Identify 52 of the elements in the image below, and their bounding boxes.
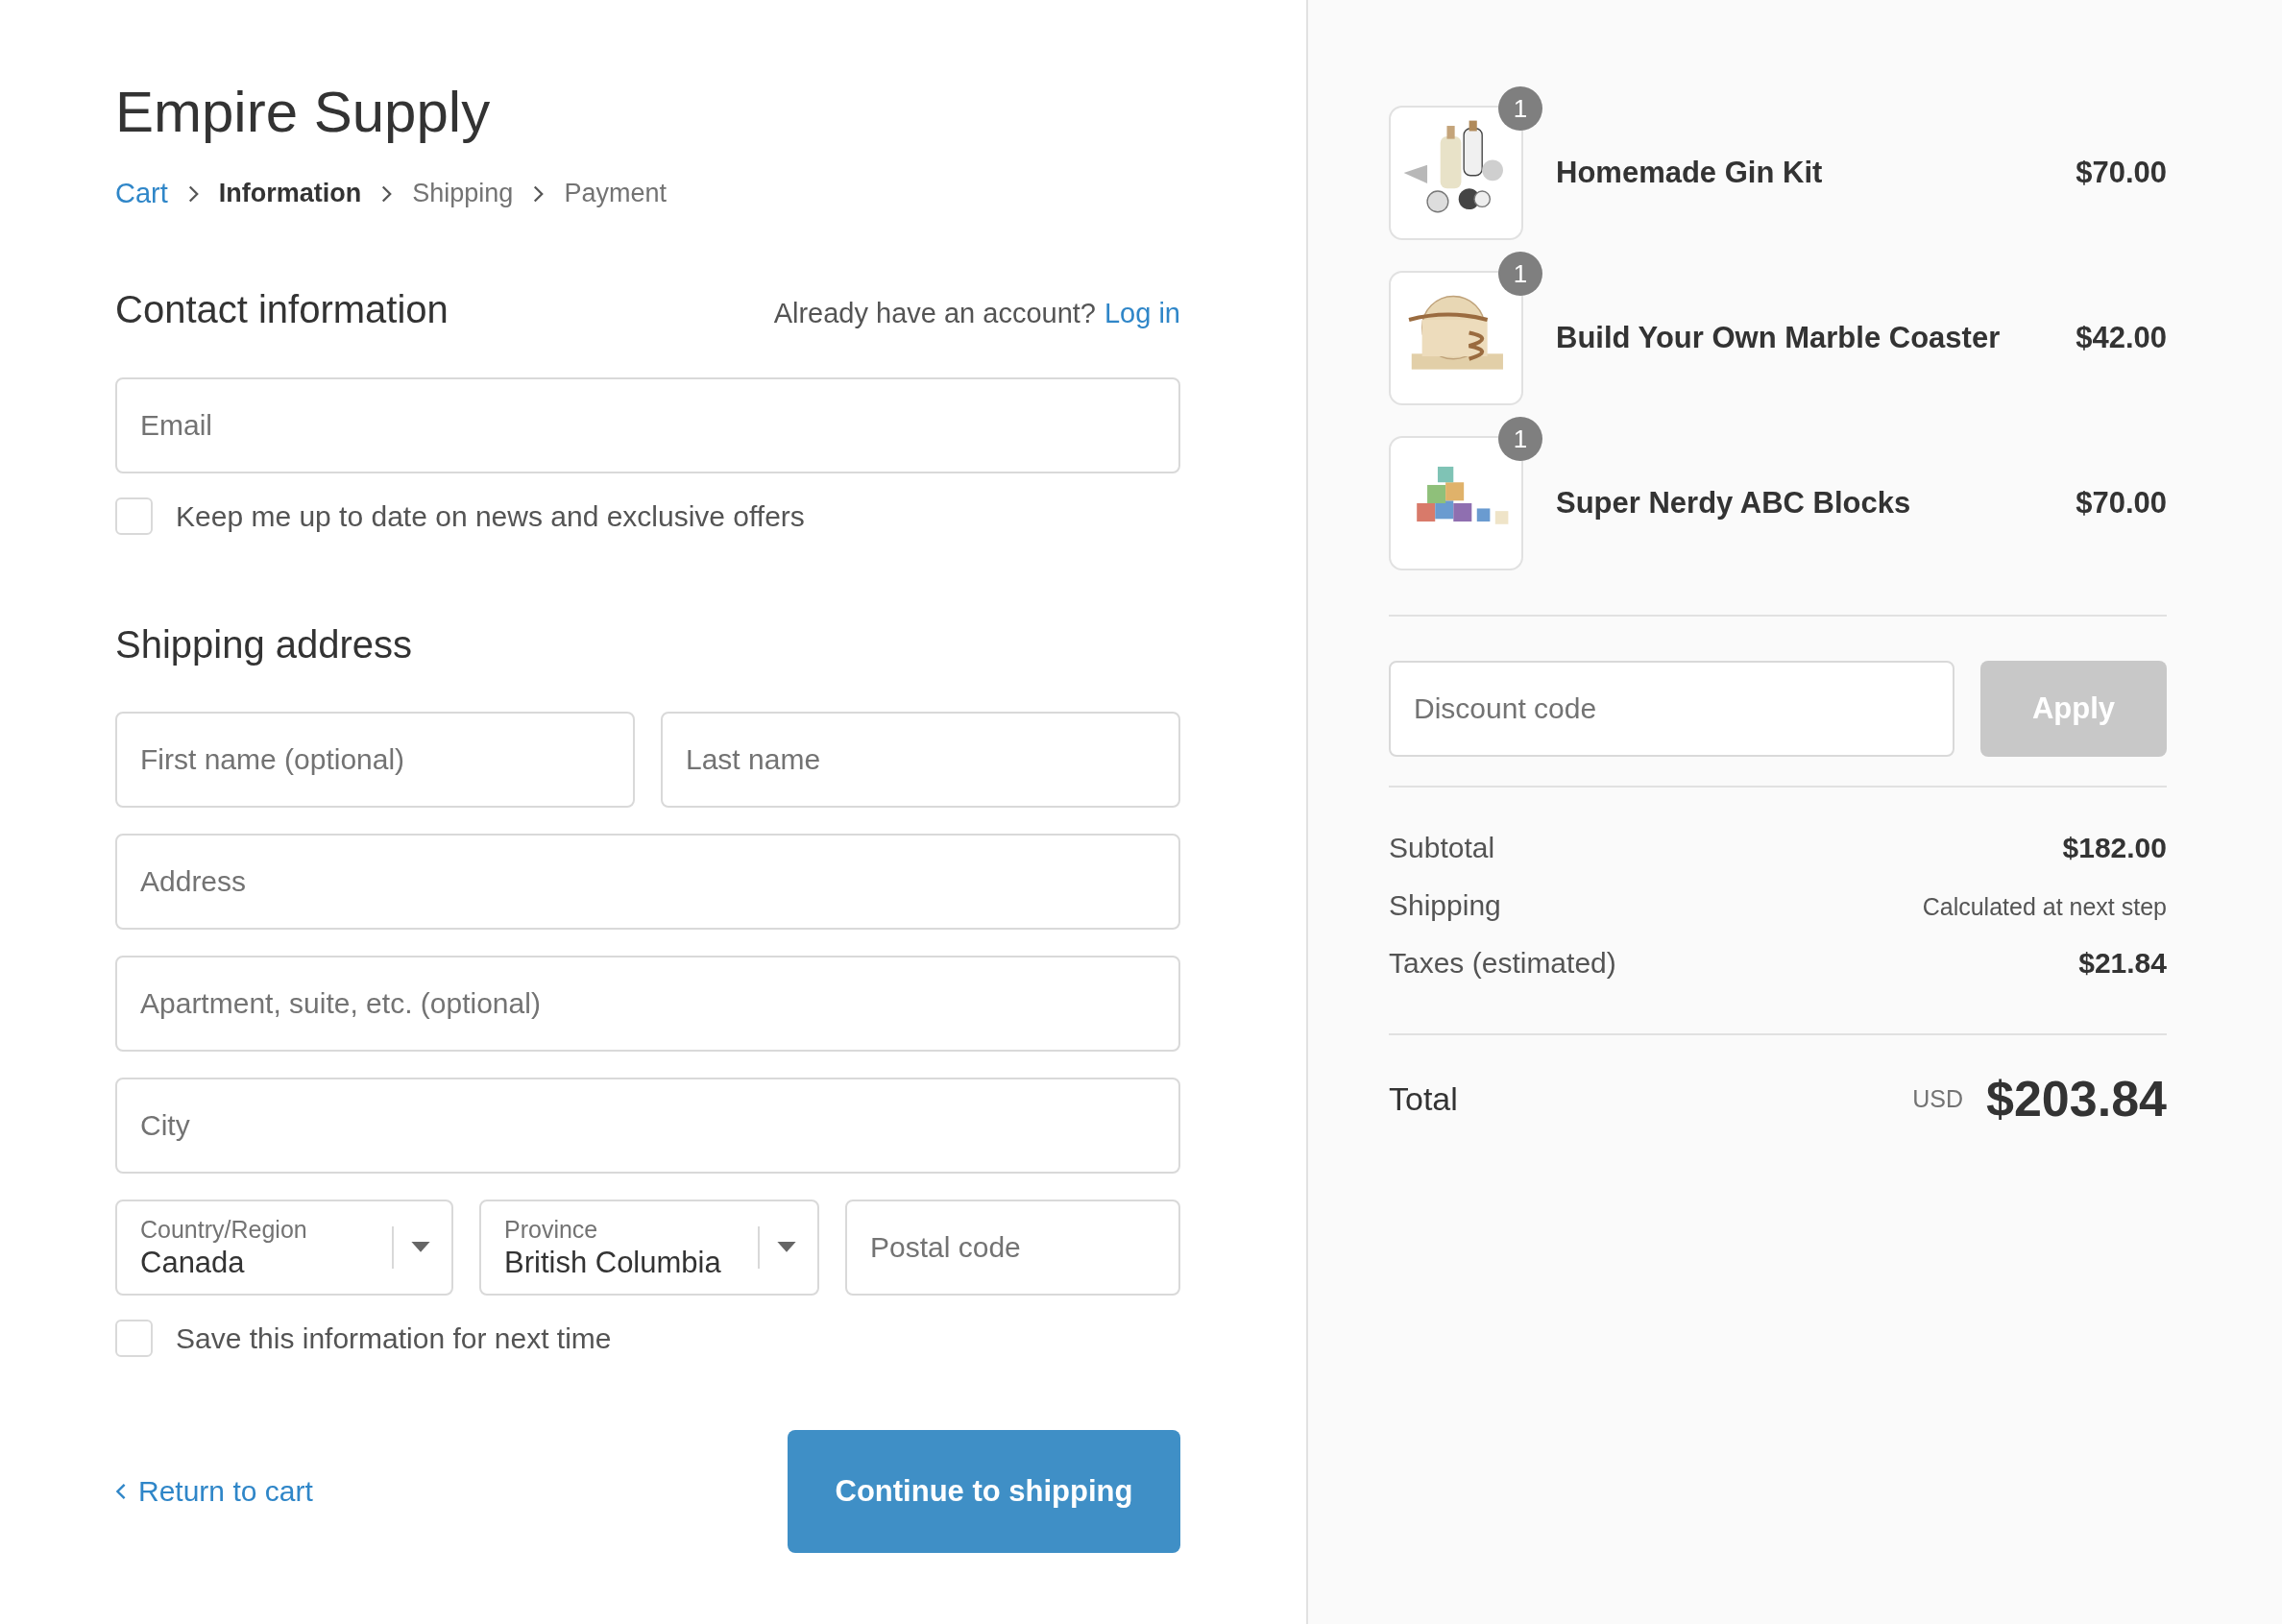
caret-icon xyxy=(411,1242,430,1253)
product-name: Super Nerdy ABC Blocks xyxy=(1556,486,1912,521)
summary-label: Taxes (estimated) xyxy=(1389,947,1616,980)
quantity-badge: 1 xyxy=(1498,417,1542,461)
summary-value: $182.00 xyxy=(2062,832,2167,864)
chevron-right-icon xyxy=(380,183,394,204)
continue-button[interactable]: Continue to shipping xyxy=(788,1430,1180,1553)
checkbox-label: Save this information for next time xyxy=(176,1321,612,1355)
caret-icon xyxy=(777,1242,796,1253)
summary-label: Shipping xyxy=(1389,889,1501,922)
product-name: Homemade Gin Kit xyxy=(1556,156,1824,190)
address-field[interactable]: Address xyxy=(115,834,1180,930)
last-name-field[interactable]: Last name xyxy=(661,712,1180,808)
email-field[interactable]: Email xyxy=(115,377,1180,473)
save-info-checkbox[interactable] xyxy=(115,1320,153,1357)
chevron-right-icon xyxy=(532,183,546,204)
login-link[interactable]: Log in xyxy=(1105,298,1180,329)
chevron-left-icon xyxy=(115,1482,127,1501)
breadcrumb-step[interactable]: Cart xyxy=(115,178,168,209)
product-name: Build Your Own Marble Coaster xyxy=(1556,321,2002,355)
newsletter-checkbox[interactable] xyxy=(115,497,153,535)
summary-value: $21.84 xyxy=(2078,947,2167,980)
total-amount: $203.84 xyxy=(1986,1070,2167,1127)
apartment-field[interactable]: Apartment, suite, etc. (optional) xyxy=(115,956,1180,1052)
chevron-right-icon xyxy=(186,183,200,204)
total-label: Total xyxy=(1389,1079,1459,1118)
select-label: Province xyxy=(504,1215,599,1244)
section-title: Contact information xyxy=(115,288,449,331)
quantity-badge: 1 xyxy=(1498,252,1542,296)
postal-code-field[interactable]: Postal code xyxy=(845,1200,1180,1296)
return-to-cart-link[interactable]: Return to cart xyxy=(115,1475,313,1508)
checkbox-label: Keep me up to date on news and exclusive offers xyxy=(176,499,805,533)
breadcrumb-step: Payment xyxy=(564,179,667,208)
select-field[interactable]: Country/Region Canada xyxy=(115,1200,453,1296)
section-title: Shipping address xyxy=(115,623,414,667)
store-name: Empire Supply xyxy=(115,79,492,145)
first-name-field[interactable]: First name (optional) xyxy=(115,712,635,808)
summary-value: Calculated at next step xyxy=(1922,893,2167,921)
select-field[interactable]: Province British Columbia xyxy=(479,1200,819,1296)
breadcrumb-step: Information xyxy=(218,179,362,208)
account-prompt: Already have an account? xyxy=(773,298,1096,329)
currency-code: USD xyxy=(1912,1084,1964,1113)
select-value: British Columbia xyxy=(504,1245,722,1280)
quantity-badge: 1 xyxy=(1498,86,1542,131)
summary-label: Subtotal xyxy=(1389,832,1495,864)
city-field[interactable]: City xyxy=(115,1078,1180,1174)
product-price: $70.00 xyxy=(2076,486,2167,521)
select-label: Country/Region xyxy=(140,1215,308,1244)
product-price: $42.00 xyxy=(2076,321,2167,355)
product-price: $70.00 xyxy=(2076,156,2167,190)
breadcrumb-step: Shipping xyxy=(412,179,514,208)
select-value: Canada xyxy=(140,1245,246,1280)
